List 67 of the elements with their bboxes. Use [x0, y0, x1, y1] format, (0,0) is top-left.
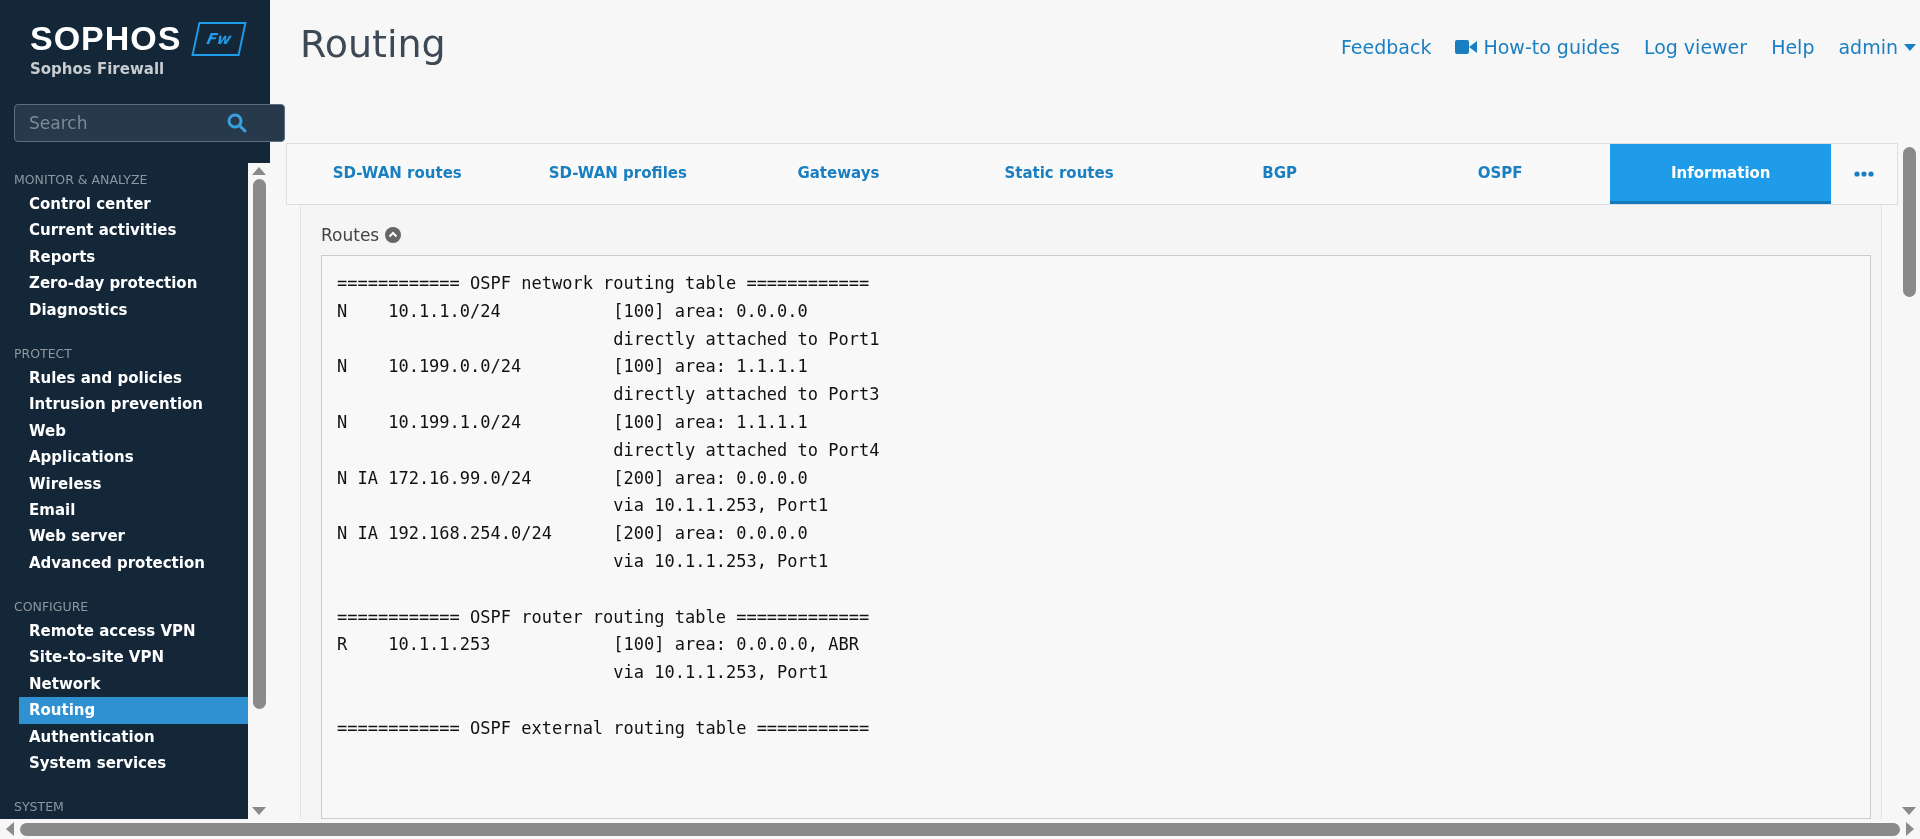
video-camera-icon — [1455, 39, 1478, 55]
scroll-down-arrow-icon[interactable] — [252, 807, 266, 815]
nav-item[interactable]: Web — [19, 417, 248, 445]
header-link[interactable]: Log viewer — [1643, 36, 1748, 58]
nav-item[interactable]: Rules and policies — [19, 364, 248, 392]
tab[interactable]: BGP — [1169, 144, 1390, 204]
nav-item[interactable]: Authentication — [19, 723, 248, 751]
route-line: directly attached to Port4 — [612, 438, 880, 462]
nav-item[interactable]: Zero-day protection — [19, 270, 248, 297]
table-header-line: ============ OSPF router routing table ============= — [337, 605, 870, 629]
caret-icon — [1904, 43, 1916, 51]
tab[interactable]: SD-WAN routes — [287, 144, 508, 204]
nav-section-heading: SYSTEM — [13, 798, 65, 817]
route-line: via 10.1.1.253, Port1 — [612, 661, 829, 685]
route-line: N IA 192.168.254.0/24 [200] area: 0.0.0.0 — [337, 522, 808, 546]
nav-item[interactable]: Applications — [19, 444, 248, 471]
scrollbar-thumb[interactable] — [20, 822, 1900, 836]
nav-item[interactable]: Control center — [19, 191, 248, 218]
tab[interactable]: OSPF — [1389, 144, 1611, 204]
more-icon — [1854, 171, 1875, 177]
user-menu[interactable]: admin — [1838, 36, 1916, 58]
route-line: N IA 172.16.99.0/24 [200] area: 0.0.0.0 — [337, 466, 808, 490]
nav-item[interactable]: System services — [19, 750, 248, 777]
collapse-icon[interactable] — [385, 227, 402, 243]
route-line: R 10.1.1.253 [100] area: 0.0.0.0, ABR — [337, 633, 859, 657]
table-header-line: ============ OSPF network routing table ============ — [337, 272, 870, 295]
nav-item[interactable]: Advanced protection — [19, 549, 248, 577]
nav-item[interactable]: Intrusion prevention — [19, 391, 248, 418]
logo-wordmark: SOPHOS — [30, 20, 182, 56]
nav-section-heading: PROTECT — [13, 344, 73, 363]
scroll-right-arrow-icon[interactable] — [1906, 822, 1914, 836]
nav-item[interactable]: Wireless — [19, 470, 248, 497]
nav-item[interactable]: Remote access VPN — [19, 618, 248, 645]
tab[interactable]: SD-WAN profiles — [507, 144, 729, 204]
route-line: via 10.1.1.253, Port1 — [612, 494, 829, 518]
page-title: Routing — [300, 22, 446, 66]
tab[interactable]: Gateways — [728, 144, 949, 204]
table-header-line: ============ OSPF external routing table =========== — [337, 716, 870, 740]
tab[interactable]: Static routes — [948, 144, 1170, 204]
scrollbar-thumb[interactable] — [252, 179, 266, 709]
scroll-down-arrow-icon[interactable] — [1902, 807, 1916, 815]
route-line: directly attached to Port3 — [612, 383, 880, 407]
product-badge: Fw — [191, 22, 248, 56]
nav-item[interactable]: Current activities — [19, 217, 248, 244]
header-link[interactable]: How-to guides — [1455, 36, 1620, 58]
route-line: N 10.1.1.0/24 [100] area: 0.0.0.0 — [337, 299, 808, 323]
nav-item[interactable]: Diagnostics — [19, 296, 248, 323]
scrollbar-thumb[interactable] — [1902, 147, 1916, 298]
nav-item[interactable]: Reports — [19, 243, 248, 271]
scroll-left-arrow-icon[interactable] — [6, 822, 14, 836]
nav-item[interactable]: Web server — [19, 523, 248, 550]
nav-section-heading: MONITOR & ANALYZE — [13, 171, 149, 189]
nav-item[interactable]: Site-to-site VPN — [19, 644, 248, 671]
header-link[interactable]: Help — [1771, 36, 1815, 58]
route-line: via 10.1.1.253, Port1 — [612, 549, 829, 573]
product-name: Sophos Firewall — [30, 60, 166, 78]
scroll-up-arrow-icon[interactable] — [252, 167, 266, 175]
search-icon — [227, 113, 247, 133]
route-line: directly attached to Port1 — [612, 327, 880, 351]
nav-item[interactable]: Email — [19, 496, 248, 524]
nav-item[interactable]: Network — [19, 670, 248, 698]
routes-heading: Routes — [321, 225, 380, 245]
route-line: N 10.199.0.0/24 [100] area: 1.1.1.1 — [337, 355, 808, 379]
route-line: N 10.199.1.0/24 [100] area: 1.1.1.1 — [337, 411, 808, 434]
nav-section-heading: CONFIGURE — [13, 598, 90, 617]
header-link[interactable]: Feedback — [1340, 36, 1432, 58]
search-field[interactable]: Search — [14, 104, 285, 142]
